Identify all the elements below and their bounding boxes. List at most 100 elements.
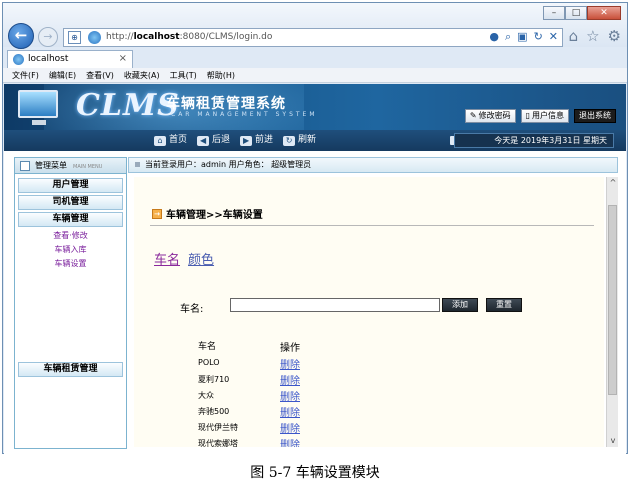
tab-color[interactable]: 颜色 bbox=[188, 249, 214, 268]
bullet-icon bbox=[135, 162, 140, 167]
car-name-label: 车名: bbox=[180, 304, 204, 315]
sidebar-header: 管理菜单 MAIN MENU bbox=[15, 158, 126, 174]
browser-menubar: 文件(F) 编辑(E) 查看(V) 收藏夹(A) 工具(T) 帮助(H) bbox=[3, 68, 627, 83]
tab-car-name[interactable]: 车名 bbox=[154, 249, 180, 268]
page-viewport: CLMS 车辆租赁管理系统 CAR MANAGEMENT SYSTEM ✎ 修改密… bbox=[4, 84, 626, 454]
user-info-button[interactable]: ▯ 用户信息 bbox=[520, 109, 569, 123]
table-row: POLO 删除 bbox=[198, 355, 398, 371]
maximize-button[interactable]: □ bbox=[565, 6, 587, 20]
nav-home[interactable]: ⌂ 首页 bbox=[154, 134, 187, 147]
address-tools: ● ⌕ ▣ ↻ ✕ bbox=[489, 30, 558, 44]
main-pane: → 车辆管理>>车辆设置 车名 颜色 车名: 添加 重置 车名 操作 POLO … bbox=[134, 177, 604, 447]
tab-close-icon[interactable]: × bbox=[119, 53, 127, 64]
tab-localhost[interactable]: localhost × bbox=[7, 50, 133, 68]
system-title: 车辆租赁管理系统 bbox=[166, 96, 286, 112]
car-name-cell: POLO bbox=[198, 358, 220, 367]
sidebar-subitem-view-edit[interactable]: 查看·修改 bbox=[15, 229, 126, 243]
menu-file[interactable]: 文件(F) bbox=[12, 68, 39, 82]
address-bar[interactable]: ⊕ http://localhost:8080/CLMS/login.do ● … bbox=[63, 28, 563, 47]
sidebar-subitem-vehicle-stock[interactable]: 车辆入库 bbox=[15, 243, 126, 257]
sidebar-item-vehicle-management[interactable]: 车辆管理 bbox=[18, 212, 123, 227]
table-row: 夏利710 删除 bbox=[198, 371, 398, 387]
favorites-star-icon[interactable]: ☆ bbox=[586, 27, 599, 45]
menu-edit[interactable]: 编辑(E) bbox=[49, 68, 76, 82]
car-name-input[interactable] bbox=[230, 298, 440, 312]
exit-system-button[interactable]: 退出系统 bbox=[574, 109, 616, 123]
scroll-down-icon[interactable]: v bbox=[607, 435, 619, 447]
tab-ie-icon bbox=[13, 54, 24, 65]
scroll-thumb[interactable] bbox=[608, 205, 617, 395]
vertical-scrollbar[interactable]: ^ v bbox=[606, 177, 618, 447]
table-row: 奔驰500 删除 bbox=[198, 403, 398, 419]
ie-icon bbox=[88, 31, 101, 44]
delete-link[interactable]: 删除 bbox=[280, 388, 300, 403]
car-name-cell: 现代伊兰特 bbox=[198, 423, 238, 432]
table-row: 现代索娜塔 删除 bbox=[198, 435, 398, 447]
delete-link[interactable]: 删除 bbox=[280, 372, 300, 387]
arrow-right-icon: → bbox=[152, 208, 162, 219]
nav-forward[interactable]: ▶ 前进 bbox=[240, 134, 273, 147]
sidebar-item-user-management[interactable]: 用户管理 bbox=[18, 178, 123, 193]
column-header-car-name: 车名 bbox=[198, 342, 217, 352]
delete-link[interactable]: 删除 bbox=[280, 436, 300, 447]
breadcrumb: → 车辆管理>>车辆设置 bbox=[152, 206, 263, 221]
nav-refresh[interactable]: ↻ 刷新 bbox=[283, 134, 316, 147]
menu-favorites[interactable]: 收藏夹(A) bbox=[124, 68, 160, 82]
security-icon[interactable]: ● bbox=[489, 30, 499, 44]
system-subtitle: CAR MANAGEMENT SYSTEM bbox=[171, 111, 318, 118]
refresh-icon[interactable]: ↻ bbox=[534, 30, 543, 44]
car-name-cell: 夏利710 bbox=[198, 375, 230, 384]
gear-icon[interactable]: ⚙ bbox=[608, 27, 621, 45]
user-icon: ▯ bbox=[525, 111, 530, 120]
arrow-left-icon: ◀ bbox=[197, 135, 210, 146]
address-url[interactable]: http://localhost:8080/CLMS/login.do bbox=[106, 32, 272, 42]
search-icon[interactable]: ⌕ bbox=[505, 30, 511, 44]
window-controls: – □ ✕ bbox=[543, 6, 621, 20]
add-button[interactable]: 添加 bbox=[442, 298, 478, 312]
figure-caption: 图 5-7 车辆设置模块 bbox=[250, 465, 380, 481]
browser-forward-button[interactable]: → bbox=[38, 27, 58, 47]
delete-link[interactable]: 删除 bbox=[280, 420, 300, 435]
table-row: 现代伊兰特 删除 bbox=[198, 419, 398, 435]
settings-tabs: 车名 颜色 bbox=[154, 249, 214, 268]
sidebar-item-rental-management[interactable]: 车辆租赁管理 bbox=[18, 362, 123, 377]
delete-link[interactable]: 删除 bbox=[280, 404, 300, 419]
stop-icon[interactable]: ✕ bbox=[549, 30, 558, 44]
tab-label: localhost bbox=[28, 54, 69, 64]
sidebar-item-driver-management[interactable]: 司机管理 bbox=[18, 195, 123, 210]
minimize-button[interactable]: – bbox=[543, 6, 565, 20]
content-area: 当前登录用户：admin 用户角色： 超级管理员 → 车辆管理>>车辆设置 车名… bbox=[128, 157, 618, 449]
menu-help[interactable]: 帮助(H) bbox=[207, 68, 235, 82]
table-row: 大众 删除 bbox=[198, 387, 398, 403]
arrow-right-icon: ▶ bbox=[240, 135, 253, 146]
app-logo: CLMS bbox=[76, 88, 180, 123]
compat-view-icon[interactable]: ⊕ bbox=[68, 31, 81, 44]
scroll-up-icon[interactable]: ^ bbox=[607, 177, 619, 189]
car-name-cell: 大众 bbox=[198, 391, 214, 400]
tab-bar: localhost × bbox=[3, 49, 627, 68]
change-password-button[interactable]: ✎ 修改密码 bbox=[464, 109, 516, 123]
delete-link[interactable]: 删除 bbox=[280, 356, 300, 371]
divider bbox=[150, 225, 594, 226]
browser-back-button[interactable]: ← bbox=[8, 23, 34, 49]
browser-window: – □ ✕ ← → ⊕ http://localhost:8080/CLMS/l… bbox=[2, 2, 628, 454]
home-icon[interactable]: ⌂ bbox=[569, 27, 579, 45]
date-display: 今天是 2019年3月31日 星期天 bbox=[454, 133, 614, 148]
top-buttons: ✎ 修改密码 ▯ 用户信息 退出系统 bbox=[464, 109, 616, 123]
browser-toolbar-icons: ⌂ ☆ ⚙ bbox=[569, 27, 621, 45]
menu-view[interactable]: 查看(V) bbox=[86, 68, 114, 82]
home-icon: ⌂ bbox=[154, 135, 166, 146]
app-nav-links: ⌂ 首页 ◀ 后退 ▶ 前进 ↻ 刷新 bbox=[154, 134, 316, 147]
close-window-button[interactable]: ✕ bbox=[587, 6, 621, 20]
car-name-cell: 现代索娜塔 bbox=[198, 439, 238, 447]
app-banner: CLMS 车辆租赁管理系统 CAR MANAGEMENT SYSTEM ✎ 修改密… bbox=[4, 84, 626, 130]
reset-button[interactable]: 重置 bbox=[486, 298, 522, 312]
nav-back[interactable]: ◀ 后退 bbox=[197, 134, 230, 147]
app-nav-strip: ⌂ 首页 ◀ 后退 ▶ 前进 ↻ 刷新 今天是 2019年3月31日 星期天 bbox=[4, 130, 626, 151]
compat-icon[interactable]: ▣ bbox=[517, 30, 527, 44]
monitor-icon bbox=[18, 90, 58, 118]
edit-icon: ✎ bbox=[469, 111, 477, 120]
sidebar-subitem-vehicle-settings[interactable]: 车辆设置 bbox=[15, 257, 126, 271]
menu-tools[interactable]: 工具(T) bbox=[170, 68, 197, 82]
sidebar: 管理菜单 MAIN MENU 用户管理 司机管理 车辆管理 查看·修改 车辆入库 … bbox=[14, 157, 127, 449]
